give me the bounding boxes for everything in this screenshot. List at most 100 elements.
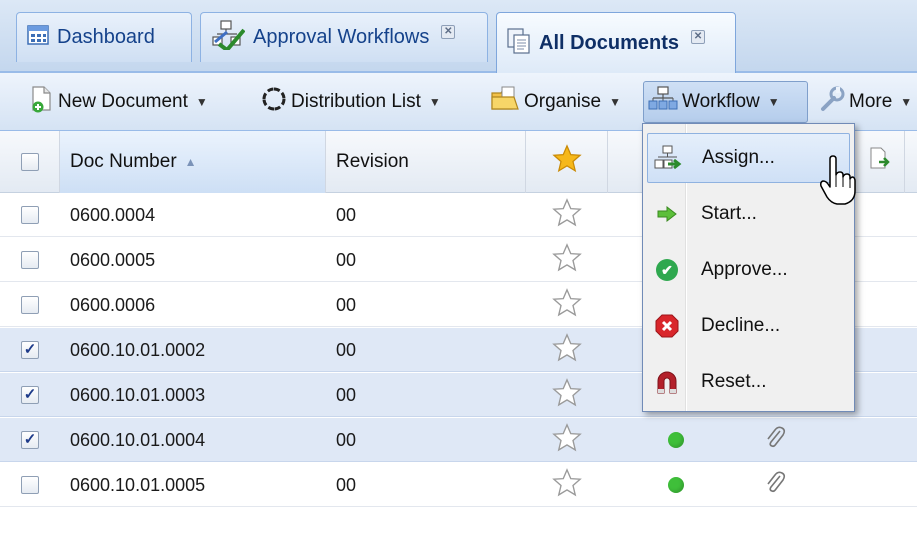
approval-workflows-icon <box>211 20 246 55</box>
row-select-cell <box>0 193 60 237</box>
menu-item-approve[interactable]: ✔ Approve... <box>647 245 850 295</box>
star-outline-icon[interactable] <box>552 287 582 323</box>
tab-approval-workflows[interactable]: Approval Workflows ✕ <box>200 12 488 62</box>
status-cell <box>664 418 688 462</box>
column-header-favourite[interactable] <box>526 131 608 193</box>
doc-number: 0600.0006 <box>70 294 156 315</box>
favourite-cell <box>526 283 608 327</box>
doc-number: 0600.10.01.0003 <box>70 384 206 405</box>
row-select-cell <box>0 238 60 282</box>
start-arrow-icon <box>647 205 687 223</box>
revision-cell: 00 <box>336 193 516 237</box>
reset-magnet-icon <box>647 369 687 395</box>
more-label: More <box>849 91 893 112</box>
menu-item-decline[interactable]: Decline... <box>647 301 850 351</box>
star-outline-icon[interactable] <box>552 332 582 368</box>
revision-cell: 00 <box>336 283 516 327</box>
new-document-button[interactable]: New Document ▼ <box>26 81 212 123</box>
tab-label: Dashboard <box>57 26 155 48</box>
doc-number-cell: 0600.10.01.0004 <box>70 418 320 462</box>
star-outline-icon[interactable] <box>552 377 582 413</box>
export-document-icon <box>869 146 891 178</box>
select-all-cell <box>0 131 60 193</box>
menu-item-label: Decline... <box>701 315 781 336</box>
row-select-cell <box>0 463 60 507</box>
favourite-cell <box>526 238 608 282</box>
star-filled-icon <box>551 144 582 180</box>
documents-icon <box>507 27 531 59</box>
row-checkbox[interactable]: ✓ <box>21 341 39 359</box>
favourite-cell <box>526 193 608 237</box>
workflow-icon <box>648 86 678 118</box>
table-row[interactable]: ✓ 0600.10.01.0004 00 <box>0 418 917 462</box>
dropdown-caret-icon: ▼ <box>900 95 913 109</box>
tab-label: Approval Workflows <box>253 26 430 48</box>
revision: 00 <box>336 339 357 360</box>
dropdown-caret-icon: ▼ <box>195 95 208 109</box>
distribution-list-button[interactable]: Distribution List ▼ <box>257 81 445 123</box>
doc-number-cell: 0600.10.01.0005 <box>70 463 320 507</box>
menu-item-label: Reset... <box>701 371 767 392</box>
favourite-cell <box>526 418 608 462</box>
workflow-button[interactable]: Workflow ▼ <box>643 81 808 123</box>
star-outline-icon[interactable] <box>552 242 582 278</box>
wrench-icon <box>819 86 845 118</box>
column-header-doc-number[interactable]: Doc Number ▲ <box>60 131 326 193</box>
organise-folder-icon <box>490 85 520 119</box>
row-select-cell <box>0 283 60 327</box>
star-outline-icon[interactable] <box>552 422 582 458</box>
dashboard-icon <box>27 25 49 50</box>
assign-icon <box>648 145 688 171</box>
row-checkbox[interactable]: ✓ <box>21 431 39 449</box>
row-checkbox[interactable] <box>21 296 39 314</box>
row-checkbox[interactable]: ✓ <box>21 386 39 404</box>
attachment-cell <box>760 463 790 507</box>
revision: 00 <box>336 204 357 225</box>
status-green-dot-icon <box>668 477 684 493</box>
revision: 00 <box>336 429 357 450</box>
doc-number: 0600.0005 <box>70 249 156 270</box>
revision: 00 <box>336 474 357 495</box>
doc-number: 0600.0004 <box>70 204 156 225</box>
favourite-cell <box>526 463 608 507</box>
close-icon[interactable]: ✕ <box>441 24 456 39</box>
select-all-checkbox[interactable] <box>20 153 39 171</box>
menu-item-label: Assign... <box>702 147 775 168</box>
column-header-revision[interactable]: Revision <box>326 131 526 193</box>
star-outline-icon[interactable] <box>552 197 582 233</box>
revision: 00 <box>336 384 357 405</box>
doc-number-cell: 0600.0005 <box>70 238 320 282</box>
column-header-attachment[interactable] <box>855 131 905 193</box>
revision-cell: 00 <box>336 418 516 462</box>
workflow-label: Workflow <box>682 91 760 112</box>
star-outline-icon[interactable] <box>552 467 582 503</box>
decline-stop-icon <box>647 314 687 338</box>
organise-button[interactable]: Organise ▼ <box>486 81 625 123</box>
doc-number: 0600.10.01.0004 <box>70 429 206 450</box>
paperclip-icon[interactable] <box>764 470 786 501</box>
favourite-cell <box>526 373 608 417</box>
menu-item-label: Start... <box>701 203 757 224</box>
revision: 00 <box>336 249 357 270</box>
more-button[interactable]: More ▼ <box>815 81 916 123</box>
distribution-list-icon <box>261 86 287 118</box>
menu-item-reset[interactable]: Reset... <box>647 357 850 407</box>
organise-label: Organise <box>524 91 602 112</box>
row-checkbox[interactable] <box>21 206 39 224</box>
sort-ascending-icon: ▲ <box>184 155 197 169</box>
attachment-cell <box>760 418 790 462</box>
row-checkbox[interactable] <box>21 251 39 269</box>
row-select-cell: ✓ <box>0 328 60 372</box>
doc-number-cell: 0600.0006 <box>70 283 320 327</box>
revision-cell: 00 <box>336 328 516 372</box>
menu-item-label: Approve... <box>701 259 788 280</box>
row-checkbox[interactable] <box>21 476 39 494</box>
tab-all-documents[interactable]: All Documents ✕ <box>496 12 736 73</box>
dropdown-caret-icon: ▼ <box>767 95 780 109</box>
close-icon[interactable]: ✕ <box>691 30 706 44</box>
paperclip-icon[interactable] <box>764 425 786 456</box>
table-row[interactable]: 0600.10.01.0005 00 <box>0 463 917 507</box>
tab-dashboard[interactable]: Dashboard <box>16 12 192 62</box>
doc-number: 0600.10.01.0002 <box>70 339 206 360</box>
favourite-cell <box>526 328 608 372</box>
